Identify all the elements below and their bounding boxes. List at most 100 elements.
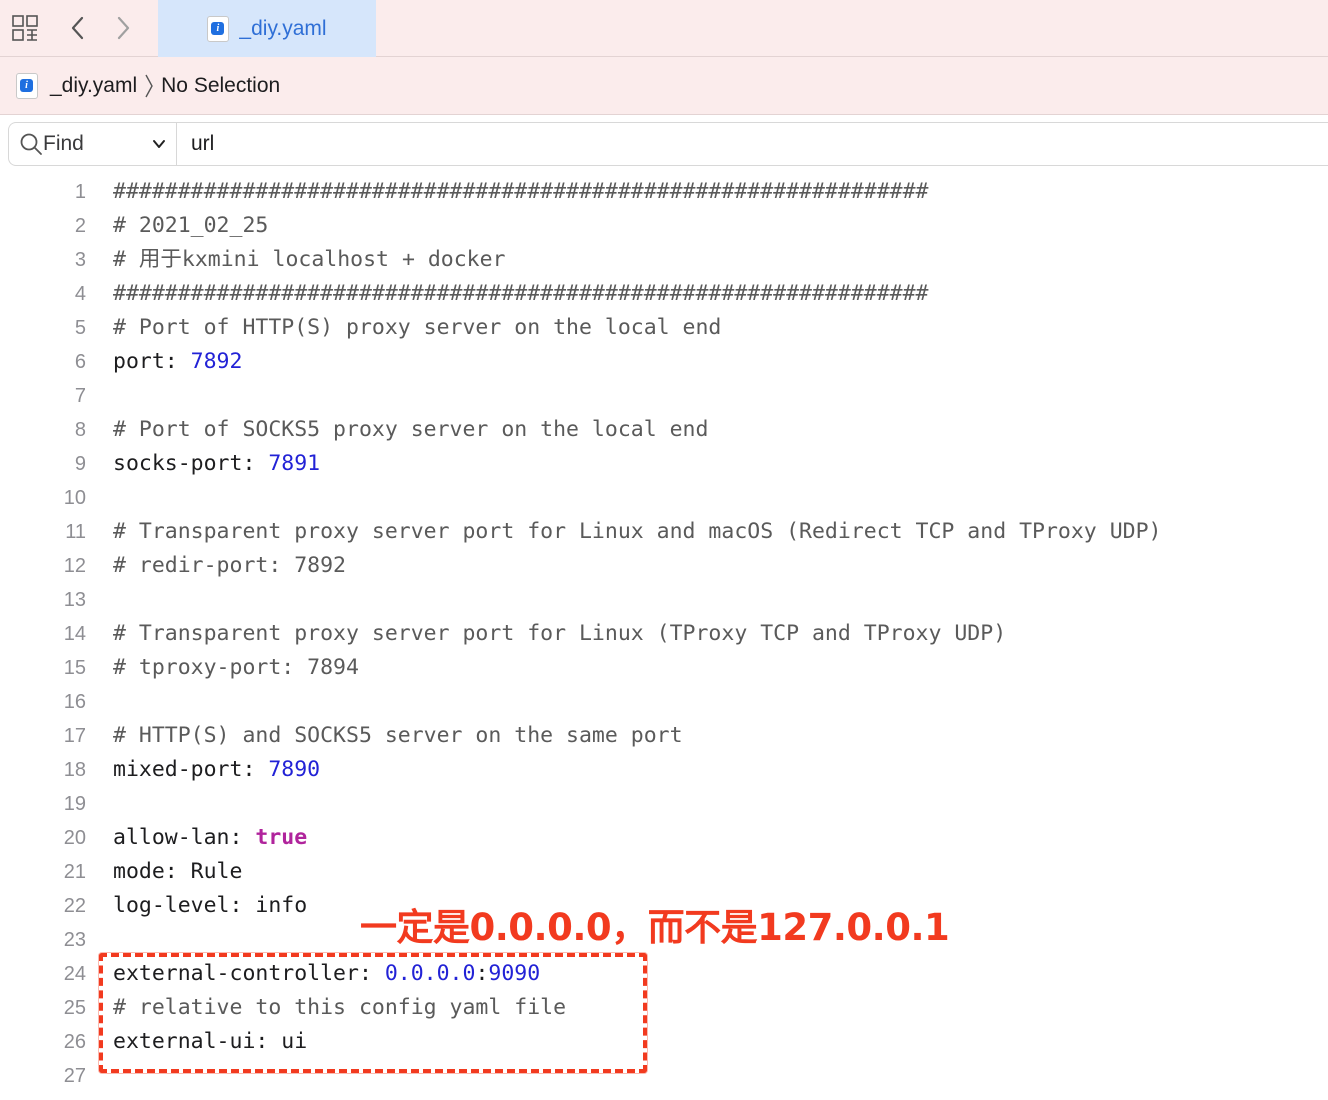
line-content: # 2021_02_25 [113, 209, 268, 243]
code-number: 7890 [268, 757, 321, 782]
line-number: 21 [63, 861, 86, 883]
code-keyword: true [255, 825, 308, 850]
line-number: 4 [74, 283, 86, 305]
code-number: 7891 [268, 451, 321, 476]
code-line[interactable]: 19 [0, 787, 1328, 821]
line-content: log-level: info [113, 889, 307, 923]
code-line[interactable]: 13 [0, 583, 1328, 617]
line-number: 10 [63, 487, 86, 509]
line-number: 3 [74, 249, 86, 271]
chevron-left-icon[interactable] [63, 13, 93, 43]
tab-bar: i _diy.yaml [0, 0, 1328, 57]
breadcrumb: i _diy.yaml No Selection [0, 57, 1328, 115]
line-content: # Port of SOCKS5 proxy server on the loc… [113, 413, 708, 447]
line-number: 5 [74, 317, 86, 339]
code-number: 7892 [190, 349, 243, 374]
line-content: ########################################… [113, 175, 928, 209]
breadcrumb-separator-icon [143, 72, 155, 100]
line-number: 13 [63, 589, 86, 611]
line-content: # Transparent proxy server port for Linu… [113, 617, 1006, 651]
code-comment: # Port of HTTP(S) proxy server on the lo… [113, 315, 722, 340]
chevron-right-icon[interactable] [108, 13, 138, 43]
line-number: 7 [74, 385, 86, 407]
code-text: mode: Rule [113, 859, 243, 884]
tab-diy-yaml[interactable]: i _diy.yaml [158, 0, 376, 57]
code-line[interactable]: 20 allow-lan: true [0, 821, 1328, 855]
line-number: 8 [74, 419, 86, 441]
line-content: mode: Rule [113, 855, 242, 889]
line-number: 17 [63, 725, 86, 747]
code-line[interactable]: 5 # Port of HTTP(S) proxy server on the l… [0, 311, 1328, 345]
code-line[interactable]: 7 [0, 379, 1328, 413]
breadcrumb-selection[interactable]: No Selection [161, 74, 280, 98]
code-comment: # 2021_02_25 [113, 213, 269, 238]
code-comment: # redir-port: 7892 [113, 553, 346, 578]
line-content: port: 7892 [113, 345, 242, 379]
line-content: allow-lan: true [113, 821, 307, 855]
line-number: 26 [63, 1031, 86, 1053]
line-number: 9 [74, 453, 86, 475]
code-line[interactable]: 18 mixed-port: 7890 [0, 753, 1328, 787]
code-line[interactable]: 2 # 2021_02_25 [0, 209, 1328, 243]
line-content: ########################################… [113, 277, 928, 311]
annotation-note: 一定是0.0.0.0，而不是127.0.0.1 [360, 906, 950, 949]
line-number: 12 [63, 555, 86, 577]
code-text: mixed-port: [113, 757, 269, 782]
line-number: 2 [74, 215, 86, 237]
tab-title: _diy.yaml [239, 16, 327, 40]
line-number: 24 [63, 963, 86, 985]
code-line[interactable]: 16 [0, 685, 1328, 719]
code-line[interactable]: 1 #######################################… [0, 175, 1328, 209]
code-line[interactable]: 4 #######################################… [0, 277, 1328, 311]
code-line[interactable]: 3 # 用于kxmini localhost + docker [0, 243, 1328, 277]
grid-view-icon[interactable] [10, 13, 40, 43]
line-number: 25 [63, 997, 86, 1019]
line-number: 18 [63, 759, 86, 781]
magnifier-icon [20, 133, 42, 155]
find-mode-dropdown[interactable]: Find [9, 123, 177, 165]
code-line[interactable]: 10 [0, 481, 1328, 515]
find-bar: Find [8, 122, 1328, 166]
code-text: log-level: info [113, 893, 308, 918]
line-number: 1 [74, 181, 86, 203]
code-line[interactable]: 12 # redir-port: 7892 [0, 549, 1328, 583]
line-number: 27 [63, 1065, 86, 1087]
yaml-file-icon: i [207, 15, 230, 42]
breadcrumb-file[interactable]: _diy.yaml [50, 74, 137, 98]
line-content: # Transparent proxy server port for Linu… [113, 515, 1161, 549]
code-text: port: [113, 349, 191, 374]
line-number: 15 [63, 657, 86, 679]
line-number: 6 [74, 351, 86, 373]
code-text: socks-port: [113, 451, 269, 476]
line-number: 16 [63, 691, 86, 713]
line-number: 23 [63, 929, 86, 951]
code-comment: # Transparent proxy server port for Linu… [113, 519, 1162, 544]
line-number: 19 [63, 793, 86, 815]
code-line[interactable]: 17 # HTTP(S) and SOCKS5 server on the sam… [0, 719, 1328, 753]
line-number: 20 [63, 827, 86, 849]
line-content: # tproxy-port: 7894 [113, 651, 359, 685]
line-number: 11 [65, 521, 86, 543]
find-input[interactable] [191, 131, 1291, 157]
code-comment: # tproxy-port: 7894 [113, 655, 359, 680]
line-content: # Port of HTTP(S) proxy server on the lo… [113, 311, 721, 345]
code-line[interactable]: 11 # Transparent proxy server port for Li… [0, 515, 1328, 549]
code-line[interactable]: 15 # tproxy-port: 7894 [0, 651, 1328, 685]
code-text: allow-lan: [113, 825, 256, 850]
code-line[interactable]: 21 mode: Rule [0, 855, 1328, 889]
line-content: # HTTP(S) and SOCKS5 server on the same … [113, 719, 683, 753]
code-line[interactable]: 8 # Port of SOCKS5 proxy server on the lo… [0, 413, 1328, 447]
line-content: socks-port: 7891 [113, 447, 320, 481]
code-line[interactable]: 14 # Transparent proxy server port for Li… [0, 617, 1328, 651]
annotation-highlight-box [99, 953, 647, 1073]
chevron-down-icon [153, 140, 165, 148]
code-line[interactable]: 9 socks-port: 7891 [0, 447, 1328, 481]
code-comment: # Transparent proxy server port for Linu… [113, 621, 1007, 646]
code-comment: # HTTP(S) and SOCKS5 server on the same … [113, 723, 683, 748]
find-mode-label: Find [43, 132, 84, 155]
yaml-file-icon: i [16, 72, 38, 99]
code-comment: ########################################… [113, 281, 929, 306]
line-content: mixed-port: 7890 [113, 753, 320, 787]
code-comment: ########################################… [113, 179, 929, 204]
code-line[interactable]: 6 port: 7892 [0, 345, 1328, 379]
